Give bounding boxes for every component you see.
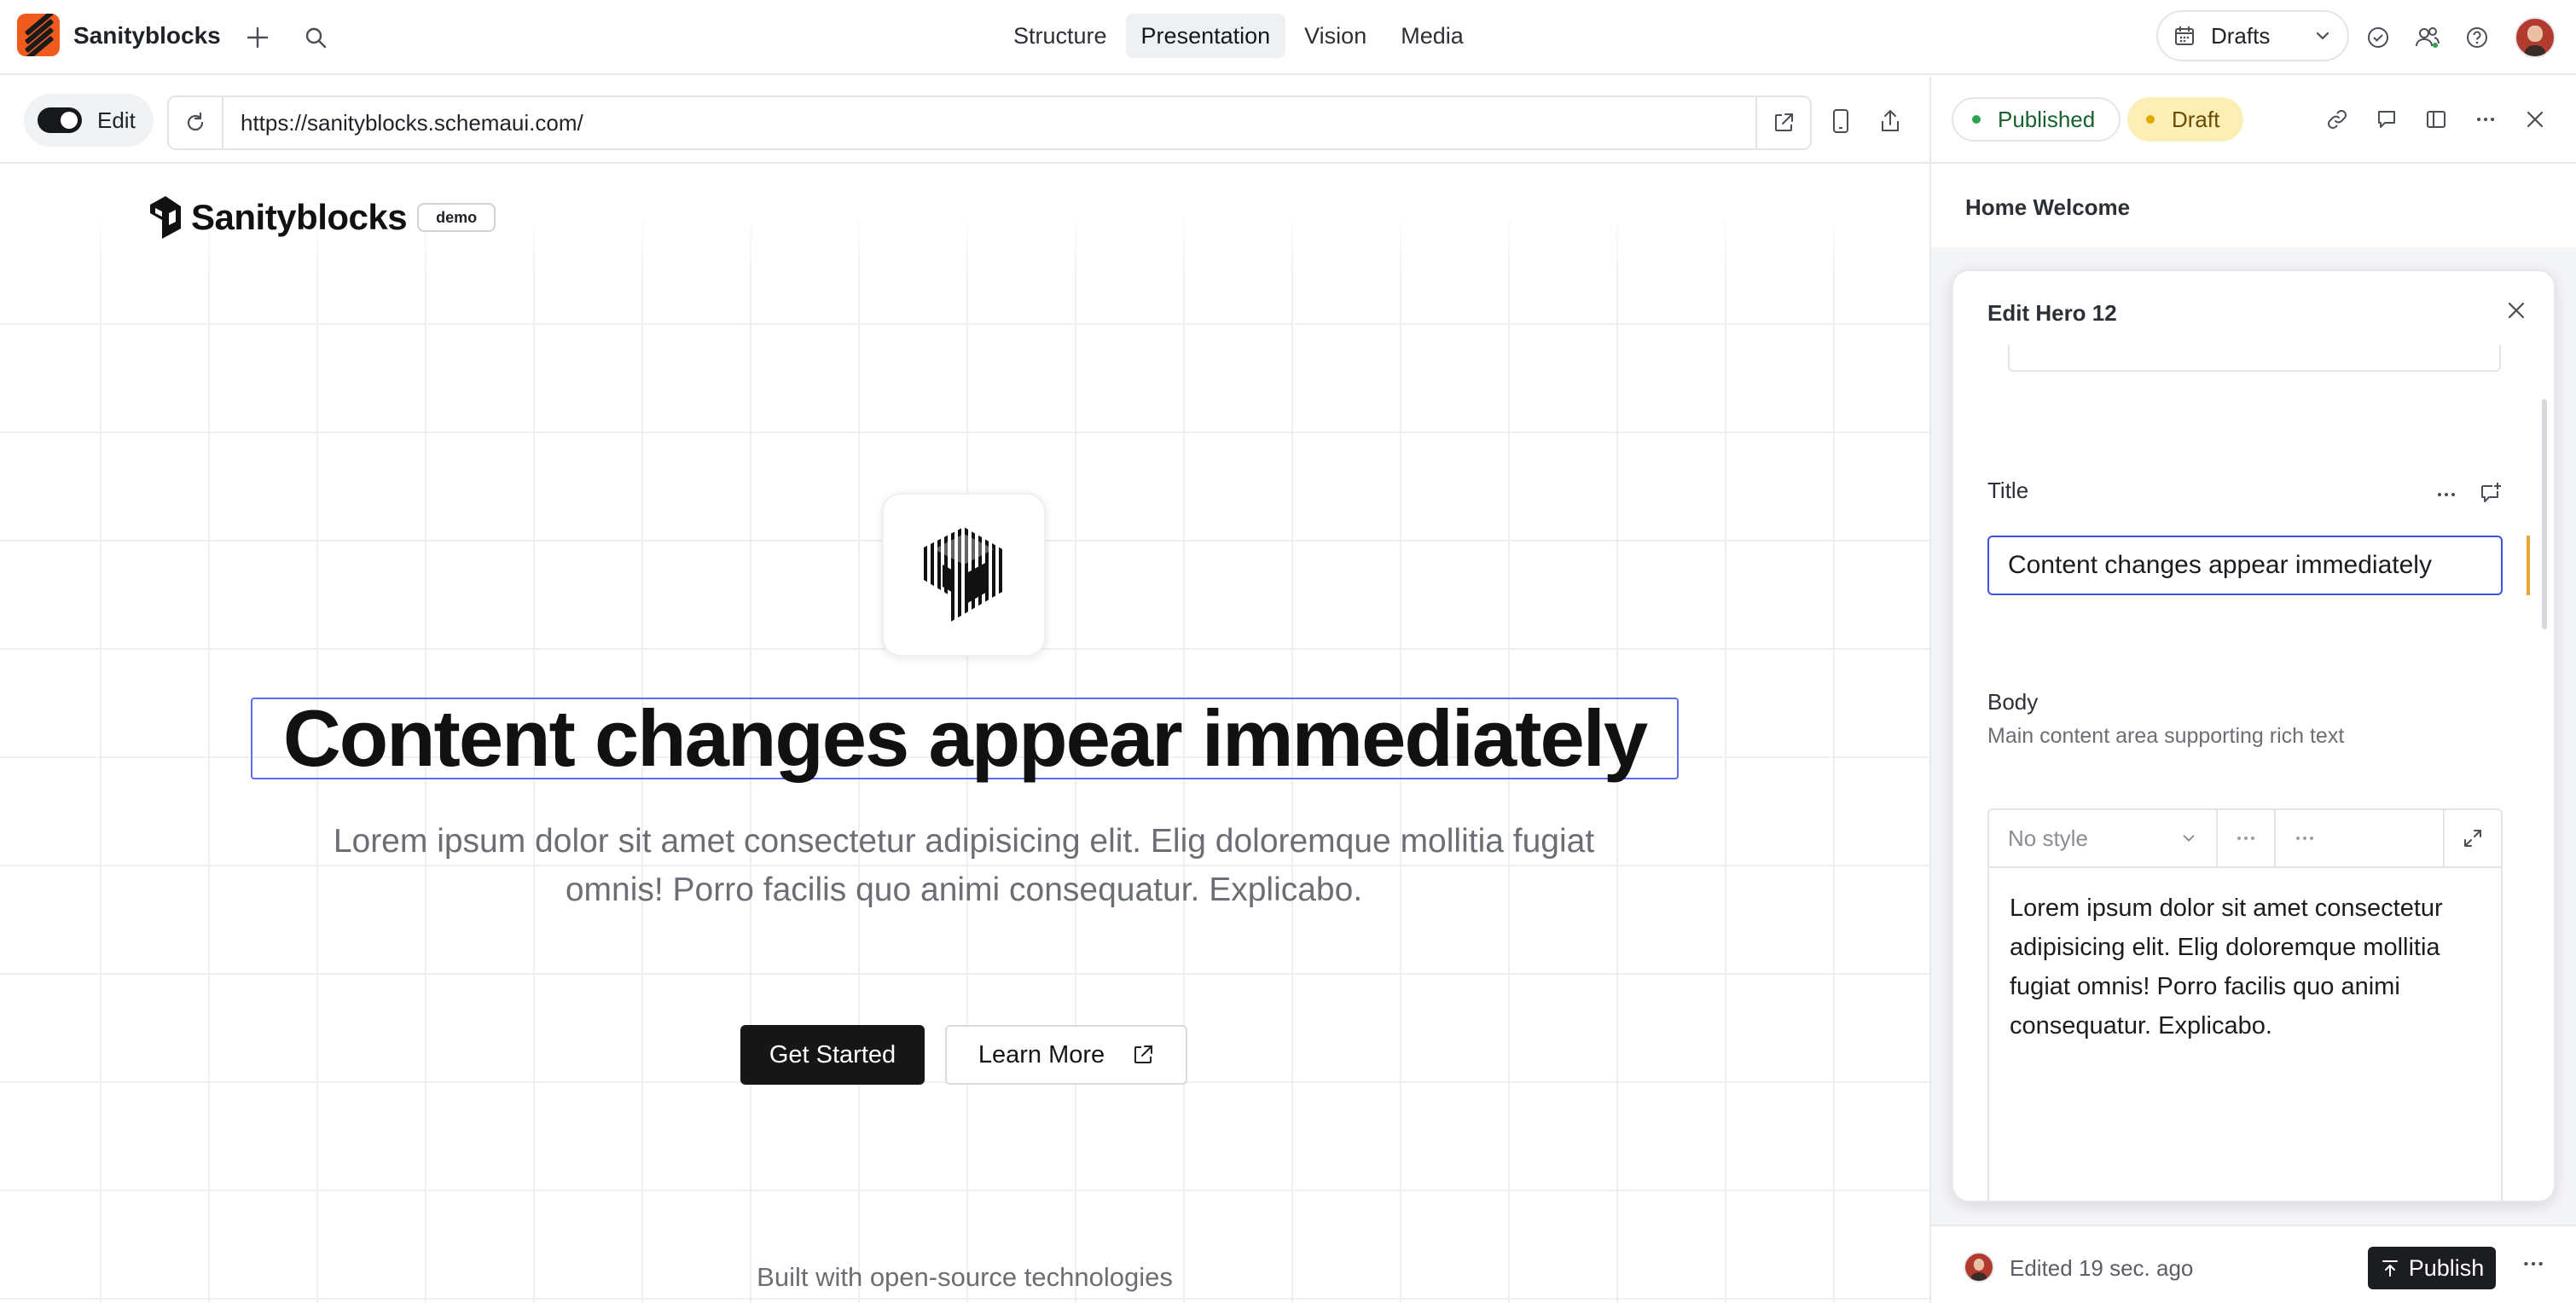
more-icon[interactable] <box>2469 102 2503 136</box>
hero-title[interactable]: Content changes appear immediately <box>251 698 1679 779</box>
chevron-down-icon <box>2316 32 2329 40</box>
more-icon[interactable] <box>2521 1252 2545 1280</box>
hero-body[interactable]: Lorem ipsum dolor sit amet consectetur a… <box>290 817 1638 914</box>
close-icon[interactable] <box>2506 300 2527 325</box>
previous-field-input[interactable] <box>2008 345 2501 372</box>
published-dot-icon <box>1972 115 1981 124</box>
published-label: Published <box>1998 106 2096 132</box>
link-icon[interactable] <box>2320 102 2354 136</box>
dialog-scrollbar[interactable] <box>2542 399 2547 629</box>
help-icon[interactable] <box>2460 20 2494 55</box>
url-bar: https://sanityblocks.schemaui.com/ <box>167 96 1812 150</box>
editor-toolbar: No style <box>1989 810 2501 868</box>
user-avatar[interactable] <box>2515 17 2556 58</box>
add-icon[interactable] <box>241 20 275 55</box>
publish-label: Publish <box>2408 1254 2485 1281</box>
preview-toolbar: Edit https://sanityblocks.schemaui.com/ <box>0 77 1929 164</box>
calendar-icon <box>2175 26 2194 45</box>
top-navbar: Sanityblocks Structure Presentation Visi… <box>0 0 2576 75</box>
users-icon[interactable] <box>2411 20 2445 55</box>
expand-icon[interactable] <box>2443 810 2501 866</box>
title-field-label: Title <box>1987 478 2029 503</box>
tab-presentation[interactable]: Presentation <box>1125 14 1286 58</box>
body-field-description: Main content area supporting rich text <box>1987 724 2345 748</box>
edit-mode-toggle[interactable]: Edit <box>24 94 154 147</box>
draft-status-chip[interactable]: Draft <box>2127 97 2243 142</box>
add-comment-icon[interactable] <box>2475 478 2506 508</box>
changed-indicator <box>2527 536 2530 595</box>
document-footer: Edited 19 sec. ago Publish <box>1931 1225 2576 1303</box>
decorators-more-icon[interactable] <box>2218 810 2276 866</box>
body-field-label: Body <box>1987 689 2039 715</box>
body-rich-text-editor[interactable]: No style Lorem ipsum dolor sit amet cons… <box>1987 808 2503 1201</box>
external-link-icon[interactable] <box>1755 97 1810 148</box>
search-icon[interactable] <box>299 20 333 55</box>
presentation-preview: Edit https://sanityblocks.schemaui.com/ … <box>0 77 1929 1303</box>
more-icon[interactable] <box>2431 479 2462 510</box>
tab-media[interactable]: Media <box>1385 14 1479 58</box>
hero-logo-card <box>882 493 1046 657</box>
url-input[interactable]: https://sanityblocks.schemaui.com/ <box>241 110 1755 136</box>
publish-icon <box>2382 1260 2398 1277</box>
check-circle-icon[interactable] <box>2361 20 2395 55</box>
toggle-switch[interactable] <box>38 107 82 133</box>
document-panel-header: Published Draft <box>1931 77 2576 164</box>
share-icon[interactable] <box>1875 104 1906 138</box>
learn-more-label: Learn More <box>978 1040 1105 1068</box>
perspective-select[interactable]: Drafts <box>2156 10 2349 61</box>
draft-label: Draft <box>2172 106 2220 132</box>
sanityblocks-logo-icon <box>150 196 181 239</box>
body-text[interactable]: Lorem ipsum dolor sit amet consectetur a… <box>2010 889 2484 1045</box>
get-started-button[interactable]: Get Started <box>740 1025 925 1085</box>
title-input[interactable] <box>1987 536 2503 595</box>
dialog-title: Edit Hero 12 <box>1987 300 2117 326</box>
sanity-logo-icon[interactable] <box>17 14 60 56</box>
publish-button[interactable]: Publish <box>2368 1247 2496 1289</box>
style-select-label: No style <box>2008 825 2088 851</box>
document-title-bar: Home Welcome <box>1931 164 2576 247</box>
mobile-icon[interactable] <box>1825 104 1856 138</box>
built-with-text: Built with open-source technologies <box>757 1262 1173 1292</box>
external-link-icon <box>1134 1045 1153 1063</box>
site-preview: Sanityblocks demo Content changes appear… <box>0 164 1929 1303</box>
edit-label: Edit <box>97 107 136 133</box>
editor-avatar <box>1964 1252 1994 1283</box>
learn-more-button[interactable]: Learn More <box>945 1025 1187 1085</box>
close-icon[interactable] <box>2518 102 2552 136</box>
document-title: Home Welcome <box>1965 194 2131 220</box>
insert-more-icon[interactable] <box>2276 810 2334 866</box>
demo-badge: demo <box>417 203 496 232</box>
site-logo[interactable]: Sanityblocks demo <box>147 194 496 240</box>
edit-hero-dialog: Edit Hero 12 Title Body Main content are… <box>1952 269 2556 1202</box>
hero-logo-icon <box>924 527 1002 623</box>
document-panel: Published Draft Home Welcome Edit Hero 1… <box>1929 77 2576 1303</box>
split-pane-icon[interactable] <box>2419 102 2453 136</box>
edited-timestamp: Edited 19 sec. ago <box>2010 1255 2194 1281</box>
app-name[interactable]: Sanityblocks <box>73 22 221 49</box>
tab-vision[interactable]: Vision <box>1289 14 1382 58</box>
comment-icon[interactable] <box>2370 102 2404 136</box>
tab-structure[interactable]: Structure <box>998 14 1123 58</box>
site-logo-name: Sanityblocks <box>191 197 408 237</box>
refresh-icon[interactable] <box>169 97 223 148</box>
chevron-down-icon <box>2183 835 2195 842</box>
draft-dot-icon <box>2146 115 2155 124</box>
style-select[interactable]: No style <box>1989 810 2218 866</box>
tool-tabs: Structure Presentation Vision Media <box>998 14 1479 58</box>
published-status-chip[interactable]: Published <box>1952 97 2121 142</box>
perspective-label: Drafts <box>2211 22 2271 49</box>
